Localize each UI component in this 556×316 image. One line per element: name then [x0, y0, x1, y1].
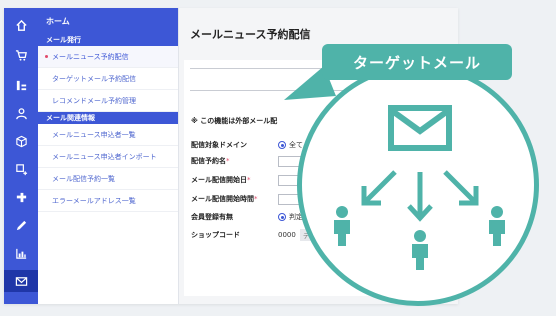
rail-exchange[interactable] — [4, 158, 38, 180]
mail-icon — [15, 276, 27, 286]
sidebar-section-mail-issue: メール発行 — [38, 34, 178, 46]
label-text: メール配信開始日 — [191, 176, 247, 184]
sidebar-item-subscriber-import[interactable]: メールニュース申込者インポート — [38, 146, 178, 168]
sidebar-item-recommend-mail[interactable]: レコメンドメール予約管理 — [38, 90, 178, 112]
rail-box[interactable] — [4, 130, 38, 152]
rail-chart[interactable] — [4, 242, 38, 264]
callout-circle — [297, 64, 539, 306]
sidebar-item-mailnews-reservation[interactable]: メールニュース予約配信 — [38, 46, 178, 68]
home-icon — [15, 19, 27, 31]
rail-cart[interactable] — [4, 44, 38, 66]
notice-text: ※ この機能は外部メール配 — [191, 117, 278, 125]
sidebar-home[interactable]: ホーム — [38, 8, 178, 34]
sidebar: ホーム メール発行 メールニュース予約配信 ターゲットメール予約配信 レコメンド… — [38, 8, 179, 304]
required-mark: * — [254, 195, 258, 203]
required-mark: * — [226, 157, 230, 165]
chart-icon — [15, 248, 26, 259]
page-title: メールニュース予約配信 — [190, 28, 311, 41]
shop-code-number: 0000 — [278, 231, 296, 239]
reservation-name-label: 配信予約名* — [191, 156, 230, 166]
box-icon — [15, 135, 27, 147]
label-text: 配信予約名 — [191, 157, 226, 165]
sidebar-item-target-mail[interactable]: ターゲットメール予約配信 — [38, 68, 178, 90]
target-domain-label: 配信対象ドメイン — [191, 141, 247, 149]
member-registration-label: 会員登録有無 — [191, 213, 233, 221]
stack-icon — [16, 80, 26, 90]
rail-pen[interactable] — [4, 214, 38, 236]
rail-home[interactable] — [4, 14, 38, 36]
rail-mail[interactable] — [4, 270, 38, 292]
rail-user[interactable] — [4, 102, 38, 124]
shop-code-label: ショップコード — [191, 231, 240, 239]
label-text: メール配信開始時間 — [191, 195, 254, 203]
user-icon — [15, 107, 27, 119]
sidebar-item-subscriber-list[interactable]: メールニュース申込者一覧 — [38, 124, 178, 146]
radio-label: 全て — [289, 141, 303, 149]
callout-title-bubble: ターゲットメール — [322, 44, 512, 80]
radio-selected-icon — [278, 141, 286, 149]
rail-puzzle[interactable] — [4, 186, 38, 208]
radio-selected-icon — [278, 213, 286, 221]
puzzle-icon — [16, 192, 26, 202]
member-radio-judge[interactable]: 判定 — [278, 212, 303, 222]
start-date-label: メール配信開始日* — [191, 175, 251, 185]
exchange-icon — [15, 163, 27, 175]
target-domain-radio-all[interactable]: 全て — [278, 140, 303, 150]
cart-icon — [15, 49, 27, 61]
start-time-label: メール配信開始時間* — [191, 194, 258, 204]
rail-stack[interactable] — [4, 74, 38, 96]
pen-icon — [16, 220, 26, 230]
sidebar-item-reservation-list[interactable]: メール配信予約一覧 — [38, 168, 178, 190]
icon-rail — [4, 8, 38, 304]
sidebar-section-mail-info: メール関連情報 — [38, 112, 178, 124]
required-mark: * — [247, 176, 251, 184]
sidebar-item-error-address-list[interactable]: エラーメールアドレス一覧 — [38, 190, 178, 212]
